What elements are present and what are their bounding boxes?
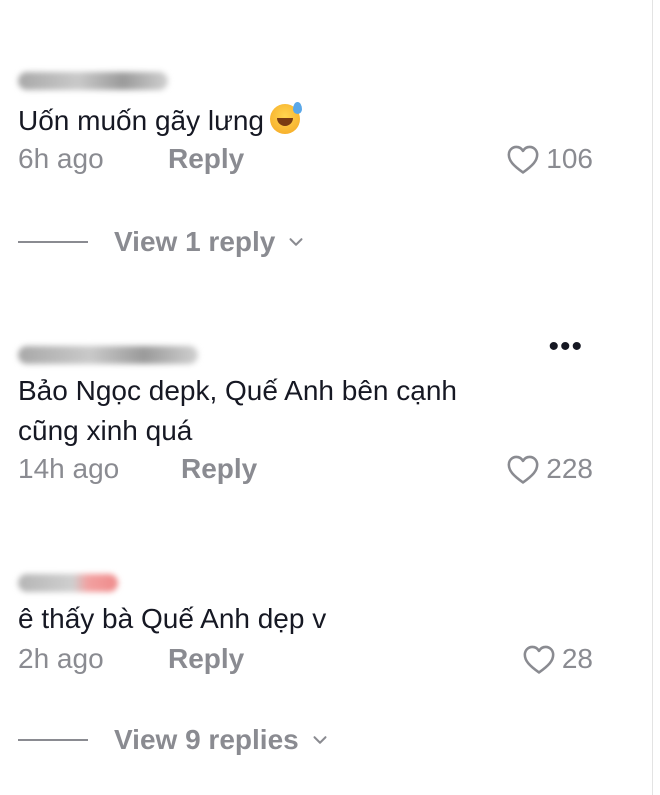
divider-line bbox=[18, 739, 88, 741]
like-button[interactable]: 28 bbox=[522, 643, 593, 675]
reply-button[interactable]: Reply bbox=[181, 453, 257, 485]
comment-item: ••• Bảo Ngọc depk, Quế Anh bên cạnh cũng… bbox=[18, 330, 593, 493]
username-blurred[interactable] bbox=[18, 574, 118, 592]
like-count: 106 bbox=[546, 143, 593, 174]
username-blurred[interactable] bbox=[18, 72, 168, 90]
chevron-down-icon bbox=[289, 238, 303, 246]
heart-outline-icon bbox=[507, 145, 539, 174]
comment-meta: 6h ago Reply 106 bbox=[18, 143, 593, 183]
comment-time: 6h ago bbox=[18, 143, 104, 174]
comment-meta: 2h ago Reply 28 bbox=[18, 643, 593, 683]
username-blurred[interactable] bbox=[18, 346, 198, 364]
reply-button[interactable]: Reply bbox=[168, 143, 244, 175]
comment-time: 14h ago bbox=[18, 453, 120, 484]
comment-time: 2h ago bbox=[18, 643, 104, 674]
like-button[interactable]: 106 bbox=[506, 143, 593, 175]
like-button[interactable]: 228 bbox=[506, 453, 593, 485]
view-replies-button[interactable]: View 1 reply bbox=[18, 226, 307, 258]
view-replies-button[interactable]: View 9 replies bbox=[18, 724, 331, 756]
view-replies-label: View 9 replies bbox=[114, 724, 299, 755]
comment-text: Bảo Ngọc depk, Quế Anh bên cạnh cũng xin… bbox=[18, 375, 457, 446]
comment-meta: 14h ago Reply 228 bbox=[18, 453, 593, 493]
heart-outline-icon bbox=[507, 455, 539, 484]
view-replies-label: View 1 reply bbox=[114, 226, 276, 257]
panel-divider bbox=[652, 0, 653, 795]
comment-item: Uốn muốn gãy lưng 6h ago Reply 106 bbox=[18, 72, 593, 183]
more-options-button[interactable]: ••• bbox=[548, 330, 583, 364]
divider-line bbox=[18, 241, 88, 243]
comment-text: ê thấy bà Quế Anh dẹp v bbox=[18, 603, 327, 634]
heart-outline-icon bbox=[523, 645, 555, 674]
like-count: 28 bbox=[561, 643, 593, 674]
reply-button[interactable]: Reply bbox=[168, 643, 244, 675]
chevron-down-icon bbox=[313, 736, 327, 744]
comment-item: ê thấy bà Quế Anh dẹp v 2h ago Reply 28 bbox=[18, 574, 593, 683]
grinning-sweat-emoji-icon bbox=[270, 102, 302, 134]
like-count: 228 bbox=[546, 453, 593, 484]
comment-text: Uốn muốn gãy lưng bbox=[18, 101, 593, 141]
